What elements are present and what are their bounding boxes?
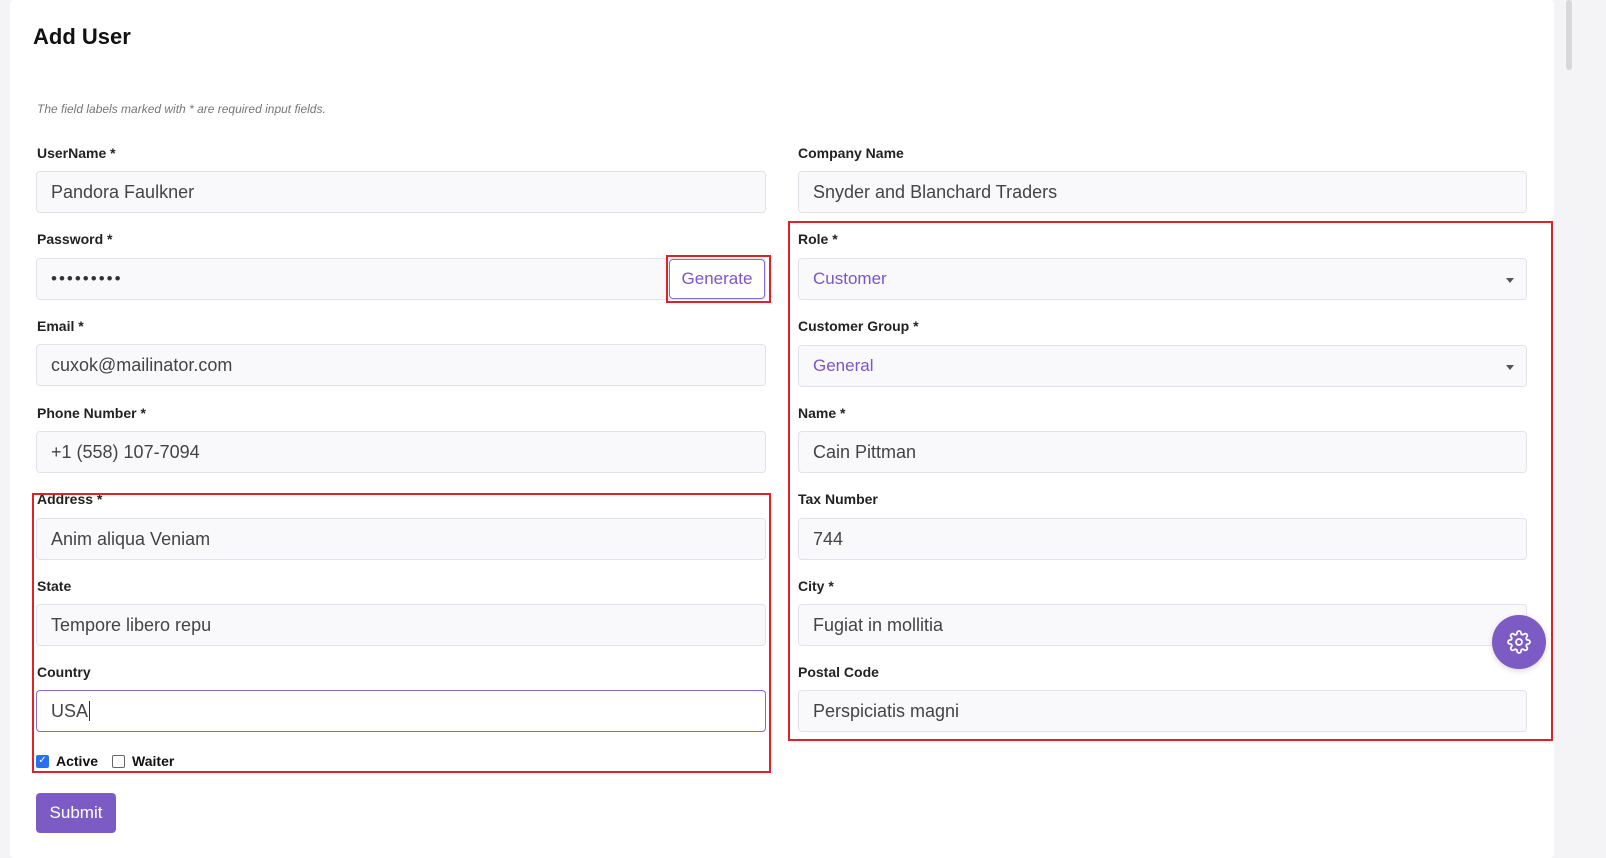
city-input[interactable]: Fugiat in mollitia [798,604,1527,646]
phone-value: +1 (558) 107-7094 [51,441,200,462]
active-checkbox[interactable]: ✓ [36,754,49,768]
company-label: Company Name [798,145,904,161]
username-input[interactable]: Pandora Faulkner [36,171,766,213]
customer-group-value: General [813,356,874,375]
company-value: Snyder and Blanchard Traders [813,181,1058,202]
name-value: Cain Pittman [813,441,917,462]
chevron-down-icon [1506,278,1514,283]
postal-code-value: Perspiciatis magni [813,700,960,721]
settings-fab-button[interactable] [1492,615,1546,669]
state-input[interactable]: Tempore libero repu [36,604,766,646]
address-value: Anim aliqua Veniam [51,528,211,549]
tax-number-label: Tax Number [798,491,878,507]
email-value: cuxok@mailinator.com [51,354,233,375]
country-value: USA [51,700,89,721]
gear-icon [1507,630,1531,654]
password-label: Password * [37,231,113,247]
role-label: Role * [798,231,838,247]
postal-code-input[interactable]: Perspiciatis magni [798,690,1527,732]
address-input[interactable]: Anim aliqua Veniam [36,518,766,560]
country-input[interactable]: USA [36,690,766,732]
status-checkboxes: ✓ Active Waiter [36,753,188,769]
waiter-checkbox[interactable] [112,754,126,768]
customer-group-select[interactable]: General [798,345,1527,387]
role-select[interactable]: Customer [798,258,1527,300]
email-label: Email * [37,318,84,334]
username-label: UserName * [37,145,116,161]
tax-number-value: 744 [813,528,844,549]
tax-number-input[interactable]: 744 [798,518,1527,560]
email-input[interactable]: cuxok@mailinator.com [36,344,766,386]
address-label: Address * [37,491,103,507]
chevron-down-icon [1506,365,1514,370]
submit-button[interactable]: Submit [36,793,116,833]
customer-group-label: Customer Group * [798,318,919,334]
text-cursor [89,701,91,721]
waiter-label: Waiter [132,753,175,769]
generate-password-button[interactable]: Generate [669,259,765,299]
page-title: Add User [33,24,131,49]
required-note: The field labels marked with * are requi… [37,102,326,116]
role-value: Customer [813,269,887,288]
page-scrollbar[interactable] [1566,0,1572,70]
name-label: Name * [798,405,846,421]
phone-input[interactable]: +1 (558) 107-7094 [36,431,766,473]
country-label: Country [37,664,91,680]
phone-label: Phone Number * [37,405,146,421]
postal-code-label: Postal Code [798,664,879,680]
active-label: Active [56,753,99,769]
state-value: Tempore libero repu [51,614,212,635]
city-label: City * [798,578,834,594]
password-input[interactable]: ••••••••• [36,258,766,300]
password-value: ••••••••• [51,269,123,288]
state-label: State [37,578,72,594]
username-value: Pandora Faulkner [51,181,195,202]
name-input[interactable]: Cain Pittman [798,431,1527,473]
city-value: Fugiat in mollitia [813,614,944,635]
company-input[interactable]: Snyder and Blanchard Traders [798,171,1527,213]
